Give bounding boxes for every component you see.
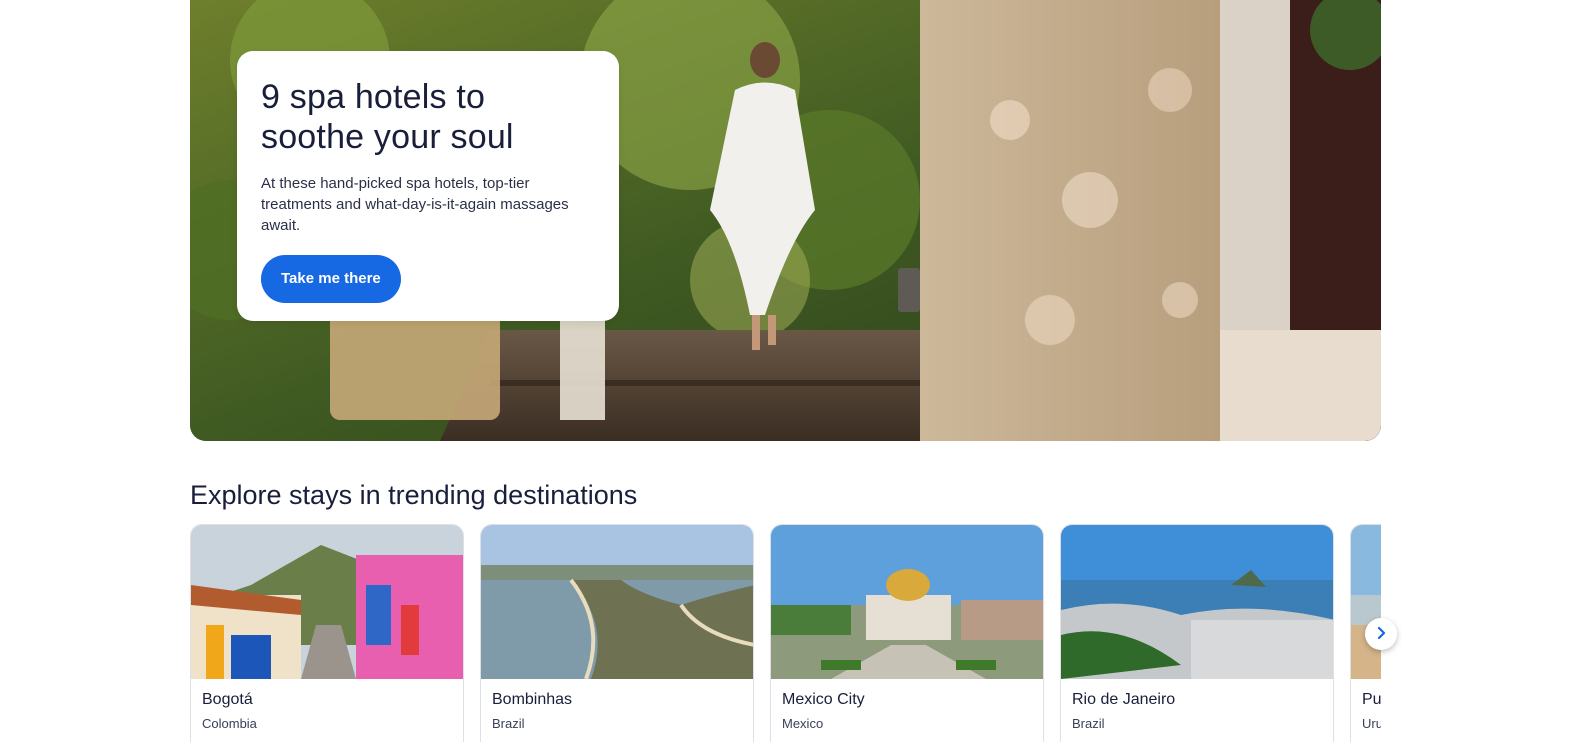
chevron-right-icon (1374, 626, 1388, 643)
section-title: Explore stays in trending destinations (190, 480, 638, 510)
destination-country: Colombia (202, 716, 257, 731)
destination-country: Mexico (782, 716, 824, 731)
destination-country: Brazil (1072, 716, 1105, 731)
destination-card-rio-de-janeiro[interactable]: Rio de Janeiro Brazil (1060, 524, 1334, 742)
destination-name: Mexico City (782, 691, 865, 708)
destinations-carousel: Bogotá Colombia Bombinhas Brazil Mexico … (190, 524, 1381, 742)
destination-name: Bogotá (202, 691, 253, 708)
destination-card-mexico-city[interactable]: Mexico City Mexico (770, 524, 1044, 742)
destination-image (481, 525, 753, 679)
destination-image (1351, 525, 1381, 679)
destination-country: Brazil (492, 716, 525, 731)
page: 9 spa hotels to soothe your soul At thes… (0, 0, 1579, 742)
carousel-next-button[interactable] (1365, 618, 1397, 650)
destination-image (1061, 525, 1333, 679)
destination-country: Uruguay (1362, 716, 1381, 731)
destination-image (191, 525, 463, 679)
destination-card-bogota[interactable]: Bogotá Colombia (190, 524, 464, 742)
take-me-there-button[interactable]: Take me there (261, 255, 401, 303)
destination-name: Rio de Janeiro (1072, 691, 1176, 708)
destination-card-bombinhas[interactable]: Bombinhas Brazil (480, 524, 754, 742)
promo-title: 9 spa hotels to soothe your soul (261, 78, 514, 156)
destination-image (771, 525, 1043, 679)
promo-card: 9 spa hotels to soothe your soul At thes… (237, 51, 619, 321)
destination-name: Punta del Este (1362, 691, 1381, 708)
promo-description: At these hand-picked spa hotels, top-tie… (261, 175, 569, 234)
destination-name: Bombinhas (492, 691, 573, 708)
